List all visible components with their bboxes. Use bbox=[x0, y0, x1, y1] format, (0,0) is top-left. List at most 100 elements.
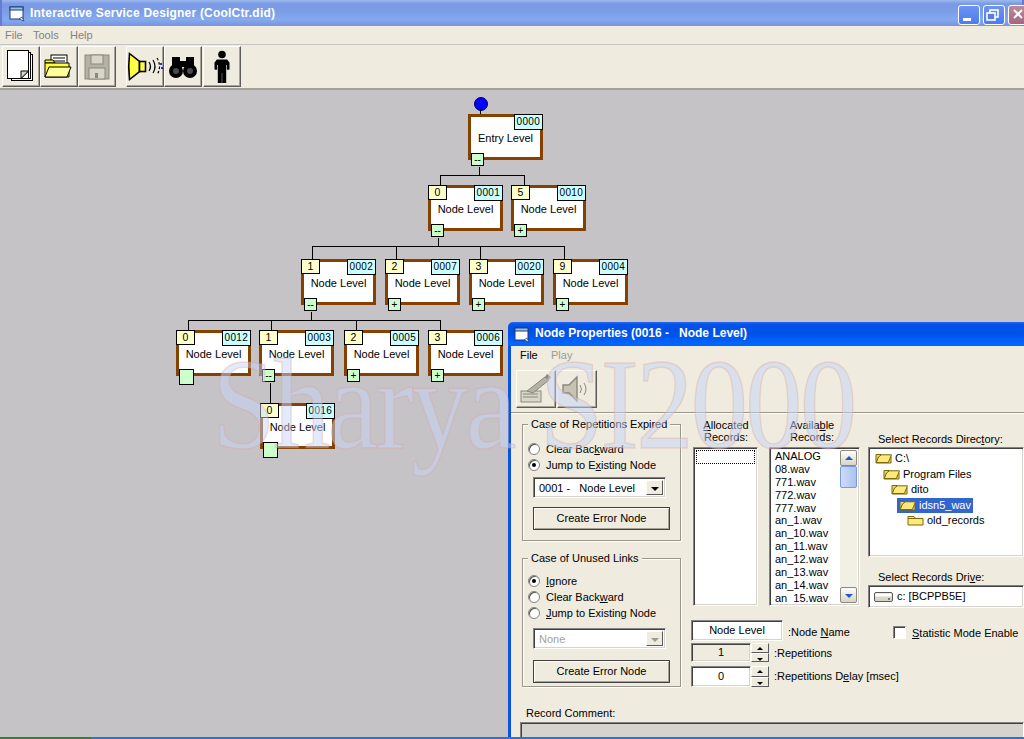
repetitions-spin-up[interactable] bbox=[751, 643, 769, 653]
person-button[interactable] bbox=[203, 46, 241, 87]
tree-node-0002[interactable]: 10002Node Level-- bbox=[301, 259, 376, 305]
delay-spin-down[interactable] bbox=[751, 677, 769, 688]
sound-button[interactable] bbox=[126, 46, 164, 87]
dialog-menu-file[interactable]: File bbox=[520, 349, 538, 361]
jump-node-combo[interactable]: 0001 - Node Level bbox=[533, 477, 666, 498]
record-button[interactable] bbox=[516, 370, 556, 408]
tree-connector bbox=[396, 247, 397, 259]
directory-item-name: Program Files bbox=[903, 468, 971, 480]
tree-node-0020[interactable]: 30020Node Level+ bbox=[469, 259, 544, 305]
node-expand-badge[interactable]: -- bbox=[471, 153, 484, 166]
delay-spin-up[interactable] bbox=[751, 666, 769, 677]
tree-node-0016[interactable]: 00016Node Level bbox=[260, 403, 335, 449]
available-record-item[interactable]: 771.wav bbox=[772, 476, 840, 489]
play-sound-button[interactable] bbox=[557, 370, 597, 408]
available-record-item[interactable]: 08.wav bbox=[772, 463, 840, 476]
jump-node-combo-arrow[interactable] bbox=[646, 480, 663, 495]
menu-tools[interactable]: Tools bbox=[33, 29, 59, 41]
node-digit-badge: 0 bbox=[176, 330, 195, 345]
records-drive-combo[interactable]: c: [BCPPB5E] bbox=[868, 585, 1024, 608]
available-record-item[interactable]: an_13.wav bbox=[772, 566, 840, 579]
directory-item[interactable]: Program Files bbox=[871, 467, 1021, 483]
dialog-toolbar-separator bbox=[511, 412, 1024, 414]
restore-button[interactable] bbox=[983, 5, 1005, 25]
scroll-down-button[interactable] bbox=[840, 587, 857, 603]
node-expand-badge[interactable]: + bbox=[388, 298, 401, 311]
scroll-thumb[interactable] bbox=[840, 466, 857, 488]
repetitions-spin-down[interactable] bbox=[751, 653, 769, 663]
records-directory-list[interactable]: C:\Program Files ditoidsn5_wavold_records bbox=[868, 447, 1024, 557]
available-record-item[interactable]: an_15.wav bbox=[772, 592, 840, 603]
menu-help[interactable]: Help bbox=[70, 29, 93, 41]
tree-node-0012[interactable]: 00012Node Level bbox=[176, 330, 251, 376]
node-digit-badge: 1 bbox=[301, 259, 320, 274]
new-document-icon bbox=[5, 50, 37, 84]
node-expand-badge[interactable]: -- bbox=[431, 224, 444, 237]
create-error-node-button-1[interactable]: Create Error Node bbox=[533, 507, 670, 530]
clear-backward-radio-2[interactable] bbox=[528, 591, 540, 603]
node-expand-badge[interactable]: -- bbox=[304, 298, 317, 311]
available-record-item[interactable]: an_12.wav bbox=[772, 553, 840, 566]
node-name-field[interactable]: Node Level bbox=[691, 620, 783, 641]
node-expand-badge[interactable]: + bbox=[556, 298, 569, 311]
close-button[interactable] bbox=[1008, 5, 1024, 25]
minimize-button[interactable] bbox=[958, 5, 980, 25]
unused-links-combo-value: None bbox=[539, 633, 565, 645]
delay-spinner[interactable] bbox=[751, 666, 769, 687]
available-record-item[interactable]: ANALOG bbox=[772, 450, 840, 463]
open-file-button[interactable] bbox=[40, 46, 78, 87]
node-id-badge: 0007 bbox=[431, 259, 460, 275]
available-scrollbar[interactable] bbox=[840, 450, 857, 603]
available-record-item[interactable]: an_10.wav bbox=[772, 527, 840, 540]
ignore-radio[interactable] bbox=[528, 575, 540, 587]
tree-node-0001[interactable]: 00001Node Level-- bbox=[428, 185, 503, 231]
tree-node-0010[interactable]: 50010Node Level+ bbox=[511, 185, 586, 231]
directory-item[interactable]: C:\ bbox=[871, 451, 1021, 467]
jump-node-combo-value: 0001 - Node Level bbox=[539, 482, 635, 494]
available-record-item[interactable]: 777.wav bbox=[772, 502, 840, 515]
node-label: Node Level bbox=[428, 203, 503, 215]
repetitions-spinner[interactable] bbox=[751, 643, 769, 662]
new-document-button[interactable] bbox=[2, 46, 40, 87]
tree-node-0007[interactable]: 20007Node Level+ bbox=[385, 259, 460, 305]
available-record-item[interactable]: 772.wav bbox=[772, 489, 840, 502]
tree-node-0005[interactable]: 20005Node Level+ bbox=[344, 330, 419, 376]
node-expand-badge[interactable]: + bbox=[514, 224, 527, 237]
repetitions-field[interactable]: 1 bbox=[691, 643, 751, 662]
allocated-records-list[interactable] bbox=[693, 447, 758, 606]
node-link-square[interactable] bbox=[263, 442, 278, 458]
create-error-node-button-2[interactable]: Create Error Node bbox=[533, 660, 670, 683]
node-expand-badge[interactable]: + bbox=[347, 369, 360, 382]
node-digit-badge: 5 bbox=[511, 185, 530, 200]
dialog-menu-play[interactable]: Play bbox=[551, 349, 572, 361]
repetitions-expired-group-label: Case of Repetitions Expired bbox=[528, 419, 670, 430]
available-record-item[interactable]: an_11.wav bbox=[772, 540, 840, 553]
dialog-title: Node Properties (0016 - Node Level) bbox=[535, 326, 747, 340]
jump-existing-radio-2[interactable] bbox=[528, 607, 540, 619]
find-button[interactable] bbox=[164, 46, 202, 87]
available-record-item[interactable]: an_1.wav bbox=[772, 514, 840, 527]
tree-node-0003[interactable]: 10003Node Level-- bbox=[259, 330, 334, 376]
directory-item[interactable]: old_records bbox=[871, 513, 1021, 529]
available-records-list[interactable]: ANALOG08.wav771.wav772.wav777.wavan_1.wa… bbox=[769, 447, 860, 606]
node-expand-badge[interactable]: + bbox=[472, 298, 485, 311]
tree-node-0000[interactable]: 0000Entry Level-- bbox=[468, 114, 543, 160]
tree-node-0004[interactable]: 90004Node Level+ bbox=[553, 259, 628, 305]
jump-existing-radio[interactable] bbox=[528, 459, 540, 471]
directory-item[interactable]: dito bbox=[871, 482, 1021, 498]
directory-item[interactable]: idsn5_wav bbox=[871, 498, 1021, 514]
menu-file[interactable]: File bbox=[5, 29, 23, 41]
scroll-up-button[interactable] bbox=[840, 450, 857, 466]
statistic-mode-checkbox[interactable] bbox=[893, 626, 906, 639]
node-link-square[interactable] bbox=[179, 369, 194, 385]
available-record-item[interactable]: an_14.wav bbox=[772, 579, 840, 592]
clear-backward-radio[interactable] bbox=[528, 443, 540, 455]
node-id-badge: 0005 bbox=[390, 330, 419, 346]
node-expand-badge[interactable]: -- bbox=[262, 369, 275, 382]
save-button[interactable] bbox=[78, 46, 116, 87]
node-label: Node Level bbox=[428, 348, 503, 360]
node-expand-badge[interactable]: + bbox=[431, 369, 444, 382]
node-label: Node Level bbox=[511, 203, 586, 215]
tree-node-0006[interactable]: 30006Node Level+ bbox=[428, 330, 503, 376]
delay-field[interactable]: 0 bbox=[691, 666, 751, 687]
